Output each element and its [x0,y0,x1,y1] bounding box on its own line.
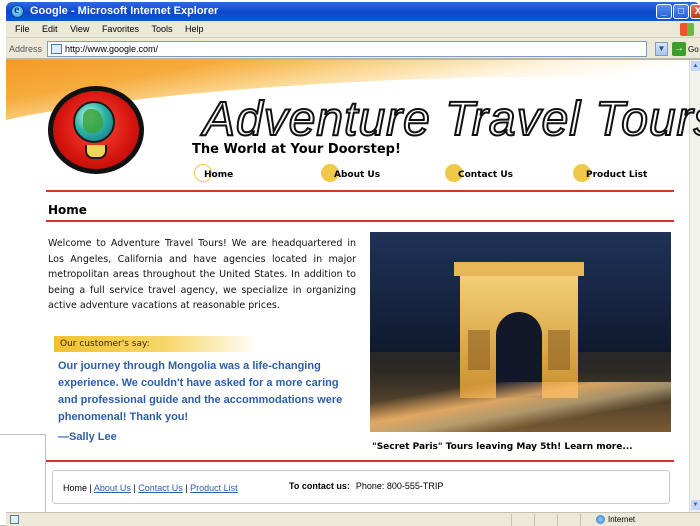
menu-view[interactable]: View [70,24,89,34]
promo-caption-link[interactable]: "Secret Paris" Tours leaving May 5th! Le… [372,442,633,452]
page-icon [51,44,62,54]
testimonial-quote: Our journey through Mongolia was a life-… [58,360,343,423]
status-bar: Internet [6,512,700,526]
address-label: Address [9,44,43,54]
arch-shape [454,262,584,398]
globe-icon [73,101,115,143]
maximize-button[interactable]: □ [673,4,689,19]
title-divider [46,220,674,222]
footer-about-link[interactable]: About Us [94,483,131,493]
ie-window: Google - Microsoft Internet Explorer _ □… [0,0,700,526]
testimonial-author: —Sally Lee [58,431,117,443]
footer-divider [46,460,674,462]
contact-phone: Phone: 800-555-TRIP [355,481,444,491]
page-title: Home [48,203,87,217]
footer-products-link[interactable]: Product List [190,483,238,493]
scroll-down-icon[interactable]: ▼ [691,500,700,510]
footer-links: Home | About Us | Contact Us | Product L… [63,483,238,493]
menu-favorites[interactable]: Favorites [102,24,139,34]
main-nav: Home About Us Contact Us Product List [6,164,700,190]
arc-de-triomphe-photo[interactable] [370,232,671,432]
globe-stand [85,145,107,159]
address-bar: Address http://www.google.com/ ▼ → Go [6,38,700,60]
minimize-button[interactable]: _ [656,4,672,19]
footer-contact-link[interactable]: Contact Us [138,483,183,493]
windows-logo-icon [680,23,694,36]
address-input[interactable]: http://www.google.com/ [47,41,647,57]
go-button[interactable]: Go [688,45,699,54]
light-streaks [370,382,671,432]
contact-label: To contact us: [289,481,350,491]
site-brand: Adventure Travel Tours [202,92,700,147]
menu-tools[interactable]: Tools [151,24,172,34]
site-footer: Home | About Us | Contact Us | Product L… [52,470,670,504]
footer-home-link[interactable]: Home [63,483,87,493]
testimonial-label: Our customer's say: [54,336,259,352]
footer-contact-info: To contact us: Phone: 800-555-TRIP [289,481,443,491]
site-tagline: The World at Your Doorstep! [192,142,401,157]
page-status-icon [10,515,19,524]
menu-file[interactable]: File [15,24,30,34]
title-bar: Google - Microsoft Internet Explorer _ □… [6,2,700,21]
menu-help[interactable]: Help [185,24,204,34]
close-button[interactable]: X [690,4,700,19]
window-title: Google - Microsoft Internet Explorer [30,5,219,17]
page-viewport: Adventure Travel Tours The World at Your… [6,60,700,512]
header-divider [46,190,674,192]
address-url: http://www.google.com/ [65,44,159,54]
site-logo[interactable] [48,86,144,174]
go-arrow-icon[interactable]: → [672,42,686,56]
scroll-up-icon[interactable]: ▲ [691,61,700,71]
intro-text: Welcome to Adventure Travel Tours! We ar… [48,238,356,311]
address-dropdown-icon[interactable]: ▼ [655,42,668,56]
menu-edit[interactable]: Edit [42,24,58,34]
internet-explorer-icon [11,2,24,18]
security-zone: Internet [594,513,635,526]
menu-bar: File Edit View Favorites Tools Help [6,21,700,38]
